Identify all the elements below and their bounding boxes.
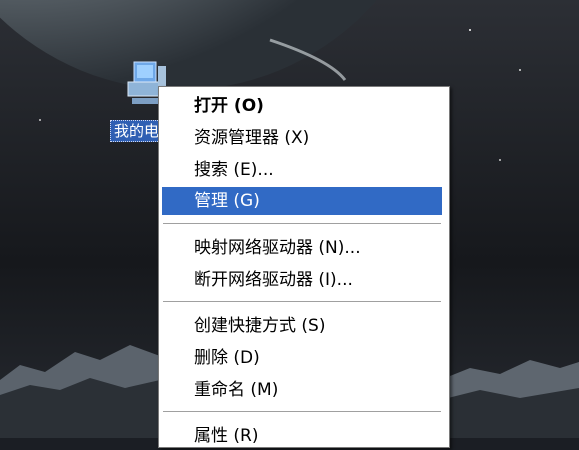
menu-item-explorer[interactable]: 资源管理器 (X) (162, 124, 442, 152)
menu-separator (163, 411, 441, 413)
menu-item-search[interactable]: 搜索 (E)... (162, 156, 442, 184)
context-menu: 打开 (O) 资源管理器 (X) 搜索 (E)... 管理 (G) 映射网络驱动… (158, 86, 450, 448)
menu-separator (163, 223, 441, 225)
menu-item-manage[interactable]: 管理 (G) (162, 187, 442, 215)
menu-item-map-network-drive[interactable]: 映射网络驱动器 (N)... (162, 234, 442, 262)
menu-separator (163, 301, 441, 303)
menu-item-disconnect-network-drive[interactable]: 断开网络驱动器 (I)... (162, 266, 442, 294)
menu-item-properties[interactable]: 属性 (R) (162, 422, 442, 450)
menu-item-open[interactable]: 打开 (O) (162, 92, 442, 120)
menu-item-rename[interactable]: 重命名 (M) (162, 376, 442, 404)
menu-item-create-shortcut[interactable]: 创建快捷方式 (S) (162, 312, 442, 340)
desktop-icon-label: 我的电脑 (110, 120, 162, 142)
menu-item-delete[interactable]: 删除 (D) (162, 344, 442, 372)
